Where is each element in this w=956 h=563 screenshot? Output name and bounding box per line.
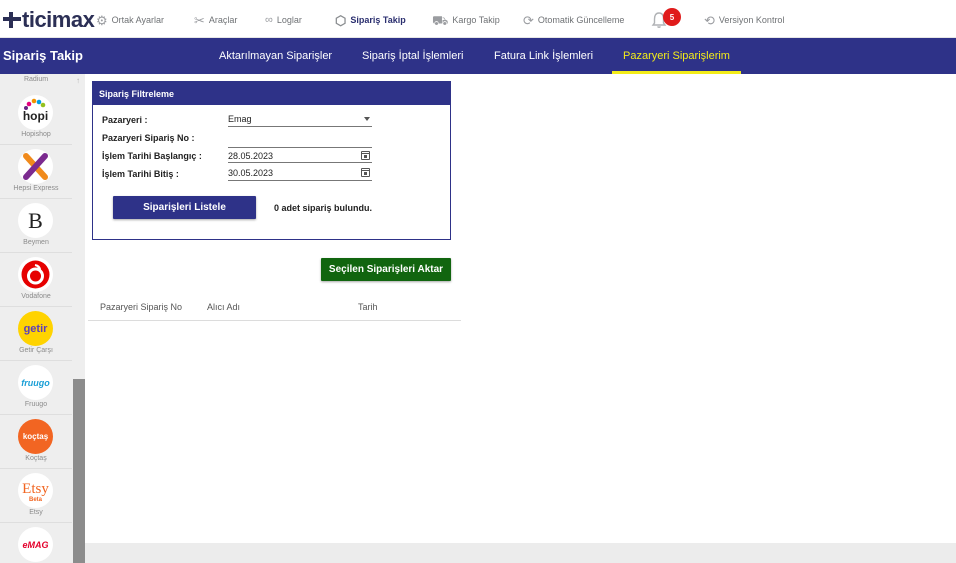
- topnav-versiyon-kontrol[interactable]: ⟲ Versiyon Kontrol: [704, 10, 784, 30]
- topnav-label: Kargo Takip: [452, 15, 500, 25]
- ticimax-mark-icon: [3, 12, 21, 28]
- sidebar-item-vodafone[interactable]: Vodafone: [0, 253, 72, 307]
- gear-icon: ⚙: [96, 12, 108, 28]
- sidebar-item-label: Vodafone: [21, 293, 51, 300]
- getir-logo-icon: getir: [18, 311, 53, 346]
- start-date-label: İşlem Tarihi Başlangıç :: [102, 151, 202, 161]
- result-count-text: 0 adet sipariş bulundu.: [274, 203, 373, 213]
- transfer-selected-orders-button[interactable]: Seçilen Siparişleri Aktar: [321, 258, 451, 281]
- column-header-buyer-name[interactable]: Alıcı Adı: [207, 302, 240, 312]
- getir-logo-text: getir: [23, 322, 48, 335]
- marketplace-select[interactable]: Emag: [228, 111, 372, 127]
- start-date-value: 28.05.2023: [228, 151, 274, 161]
- vodafone-logo-svg: [21, 260, 50, 289]
- tools-icon: ✂: [194, 12, 205, 28]
- hepsi-express-logo-icon: [18, 149, 53, 184]
- sidebar-item-label: Getir Çarşı: [19, 347, 53, 354]
- section-nav-bar: Sipariş Takip Aktarılmayan Siparişler Si…: [0, 38, 956, 74]
- end-date-label: İşlem Tarihi Bitiş :: [102, 169, 179, 179]
- emag-logo-icon: eMAG: [18, 527, 53, 562]
- sidebar-item-beymen[interactable]: B Beymen: [0, 199, 72, 253]
- topnav-otomatik-guncelleme[interactable]: ⟳ Otomatik Güncelleme: [523, 10, 624, 30]
- top-bar: ticimax ⚙ Ortak Ayarlar ✂ Araçlar ∞ Logl…: [0, 0, 956, 38]
- calendar-icon[interactable]: [361, 151, 370, 160]
- logo-text: ticimax: [22, 7, 95, 32]
- beymen-logo-text: B: [28, 207, 43, 233]
- koctas-logo-text: koçtaş: [22, 432, 49, 441]
- sidebar-item-label: Radium: [23, 76, 49, 83]
- koctas-logo-icon: koçtaş: [18, 419, 53, 454]
- hopishop-logo-text: hopi: [23, 109, 48, 123]
- sidebar-item-etsy[interactable]: Etsy Beta Etsy: [0, 469, 72, 523]
- tab-siparis-iptal-islemleri[interactable]: Sipariş İptal İşlemleri: [362, 50, 463, 62]
- vodafone-logo-icon: [18, 257, 53, 292]
- beymen-logo-icon: B: [18, 203, 53, 238]
- etsy-logo-icon: Etsy Beta: [18, 473, 53, 508]
- ticimax-logo[interactable]: ticimax: [3, 7, 95, 32]
- truck-icon: ⛟: [432, 12, 449, 28]
- hopishop-logo-svg: hopi: [23, 98, 48, 123]
- sidebar-item-label: Hopishop: [21, 131, 51, 138]
- topnav-label: Versiyon Kontrol: [718, 15, 785, 25]
- refresh-icon: ⟲: [704, 12, 715, 28]
- sidebar-item-getir-carsi[interactable]: getir Getir Çarşı: [0, 307, 72, 361]
- topnav-araclar[interactable]: ✂ Araçlar: [194, 10, 237, 30]
- sidebar-item-hepsi-express[interactable]: Hepsi Express: [0, 145, 72, 199]
- sidebar-item-hopishop[interactable]: hopi Hopishop: [0, 91, 72, 145]
- etsy-logo-text: Etsy: [22, 480, 49, 497]
- topnav-ortak-ayarlar[interactable]: ⚙ Ortak Ayarlar: [96, 10, 164, 30]
- topnav-kargo-takip[interactable]: ⛟ Kargo Takip: [432, 10, 500, 30]
- topnav-label: Ortak Ayarlar: [111, 15, 165, 25]
- tab-fatura-link-islemleri[interactable]: Fatura Link İşlemleri: [494, 50, 593, 62]
- column-header-date[interactable]: Tarih: [358, 302, 378, 312]
- sidebar-item-koctas[interactable]: koçtaş Koçtaş: [0, 415, 72, 469]
- calendar-icon[interactable]: [361, 168, 370, 177]
- end-date-value: 30.05.2023: [228, 168, 274, 178]
- order-no-label: Pazaryeri Sipariş No :: [102, 133, 195, 143]
- emag-logo-text: eMAG: [22, 539, 49, 550]
- sidebar-item-emag[interactable]: eMAG: [0, 523, 72, 563]
- hopishop-logo-icon: hopi: [18, 95, 53, 130]
- topnav-label: Sipariş Takip: [350, 15, 406, 25]
- marketplace-selected-value: Emag: [228, 114, 252, 124]
- fruugo-logo-icon: fruugo: [18, 365, 53, 400]
- section-title: Sipariş Takip: [3, 48, 83, 63]
- topnav-label: Loglar: [276, 15, 302, 25]
- end-date-field[interactable]: 30.05.2023: [228, 165, 372, 181]
- orders-table-header: Pazaryeri Sipariş No Alıcı Adı Tarih: [88, 297, 461, 321]
- sidebar-item-label: Beymen: [23, 239, 49, 246]
- scroll-up-arrow-icon[interactable]: ↑: [76, 76, 80, 85]
- marketplace-label: Pazaryeri :: [102, 115, 148, 125]
- tab-aktarilmayan-siparisler[interactable]: Aktarılmayan Siparişler: [219, 50, 332, 62]
- topnav-siparis-takip[interactable]: ⬡ Sipariş Takip: [335, 10, 406, 30]
- filter-panel-title: Sipariş Filtreleme: [93, 82, 450, 105]
- fruugo-logo-text: fruugo: [21, 377, 50, 388]
- topnav-loglar[interactable]: ∞ Loglar: [265, 10, 302, 30]
- sidebar-item-label: Fruugo: [24, 401, 48, 408]
- order-no-field[interactable]: [228, 129, 372, 145]
- topnav-label: Araçlar: [208, 15, 238, 25]
- marketplace-sidebar: Radium ↑ hopi Hopishop Hepsi Express B B…: [0, 74, 85, 563]
- etsy-beta-text: Beta: [28, 496, 42, 503]
- tab-pazaryeri-siparislerim[interactable]: Pazaryeri Siparişlerim: [623, 50, 730, 62]
- chevron-down-icon: [364, 117, 370, 121]
- sidebar-scrollbar[interactable]: [73, 379, 85, 563]
- hepsi-express-logo-svg: [23, 153, 48, 180]
- sidebar-item-label: Hepsi Express: [13, 185, 59, 192]
- column-header-order-no[interactable]: Pazaryeri Sipariş No: [100, 302, 182, 312]
- box-icon: ⬡: [335, 12, 347, 28]
- notification-badge[interactable]: 5: [663, 8, 681, 26]
- app-root: ticimax ⚙ Ortak Ayarlar ✂ Araçlar ∞ Logl…: [0, 0, 956, 563]
- topnav-label: Otomatik Güncelleme: [537, 15, 625, 25]
- sidebar-item-fruugo[interactable]: fruugo Fruugo: [0, 361, 72, 415]
- footer-band: [85, 543, 956, 563]
- sidebar-item-label: Koçtaş: [25, 455, 47, 462]
- sync-icon: ⟳: [523, 12, 534, 28]
- start-date-field[interactable]: 28.05.2023: [228, 147, 372, 163]
- sidebar-item-label: Etsy: [29, 509, 43, 516]
- link-icon: ∞: [265, 13, 273, 26]
- active-tab-indicator: [612, 71, 741, 74]
- list-orders-button[interactable]: Siparişleri Listele: [113, 196, 256, 219]
- order-filter-panel: Sipariş Filtreleme Pazaryeri : Emag Paza…: [92, 81, 451, 240]
